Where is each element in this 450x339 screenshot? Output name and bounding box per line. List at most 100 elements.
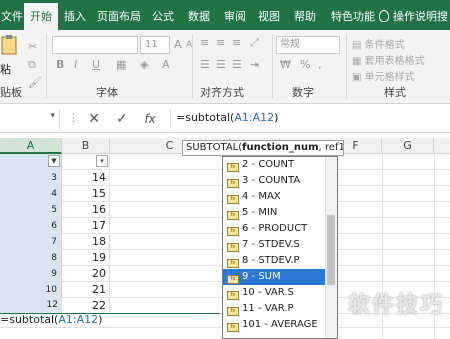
list-item[interactable]: fx 10 - VAR.S xyxy=(223,285,325,301)
list-item[interactable]: fx 3 - COUNTA xyxy=(223,173,325,189)
function-argument-list: fx 2 - COUNT fx 3 - COUNTA fx 4 - MAX fx 5 -… xyxy=(222,156,338,339)
tab-special-features[interactable]: 特色功能 xyxy=(324,0,382,30)
cell-a[interactable]: 5 xyxy=(0,202,62,218)
list-item-selected[interactable]: fx 9 - SUM xyxy=(223,269,325,285)
cell-b[interactable]: 18 xyxy=(62,234,110,250)
cell-style-icon: ▣ xyxy=(352,72,365,83)
function-icon: fx xyxy=(227,243,239,252)
cell-a[interactable]: 4 xyxy=(0,186,62,202)
ribbon-tab-bar: 文件 开始 插入 页面布局 公式 数据 审阅 视图 帮助 特色功能 操作说明搜 xyxy=(0,0,450,33)
check-icon[interactable]: ✓ xyxy=(110,109,134,129)
cell-a[interactable]: 10 xyxy=(0,282,62,298)
comma-button[interactable]: , xyxy=(318,58,322,71)
filter-dropdown-icon[interactable]: ▾ xyxy=(96,155,108,167)
alignment-group-label: 对齐方式 xyxy=(200,86,244,99)
cancel-icon[interactable]: ✕ xyxy=(82,109,106,129)
cell-a[interactable]: 9 xyxy=(0,266,62,282)
cell-a[interactable]: 6 xyxy=(0,218,62,234)
number-format-box[interactable]: 常规 xyxy=(276,36,340,54)
increase-font-icon[interactable]: A xyxy=(174,38,182,51)
ribbon-home: 粘 ✂ ⧉ 🖌 贴板 11 A A B I U ▦ ◈ A 字体 ≡ ≡ ≡ ⤢… xyxy=(0,30,450,104)
watermark: 软件技巧 xyxy=(347,293,444,318)
tell-me-search[interactable]: 操作说明搜 xyxy=(379,0,450,30)
cell-a[interactable]: 8 xyxy=(0,250,62,266)
in-cell-editor[interactable]: =subtotal(A1:A12) xyxy=(0,313,220,326)
indent-icon[interactable]: ⇥ xyxy=(250,58,259,71)
format-painter-icon[interactable]: 🖌 xyxy=(28,76,42,89)
cell-b[interactable]: 16 xyxy=(62,202,110,218)
font-name-box[interactable] xyxy=(52,36,138,54)
function-icon: fx xyxy=(227,307,239,316)
align-left-icon[interactable]: ☰ xyxy=(200,58,210,71)
function-syntax-tooltip[interactable]: SUBTOTAL(function_num, ref1, ...) xyxy=(182,140,344,156)
currency-icon[interactable]: ₩ xyxy=(280,58,291,71)
cell-a[interactable]: 3 xyxy=(0,170,62,186)
list-item[interactable]: fx 5 - MIN xyxy=(223,205,325,221)
filter-active-icon[interactable]: ▼ xyxy=(48,155,60,167)
tab-review[interactable]: 审阅 xyxy=(218,0,252,30)
cell-b[interactable]: 19 xyxy=(62,250,110,266)
tab-file[interactable]: 文件 xyxy=(0,0,24,30)
chevron-down-icon: ▾ xyxy=(50,111,55,121)
formula-input[interactable]: =subtotal(A1:A12) xyxy=(176,111,278,124)
name-box[interactable]: ▾ xyxy=(0,109,60,129)
align-right-icon[interactable]: ☰ xyxy=(232,58,242,71)
borders-icon[interactable]: ▦ xyxy=(116,58,126,71)
number-group-label: 数字 xyxy=(292,86,314,99)
tab-view[interactable]: 视图 xyxy=(252,0,286,30)
cell-b[interactable]: 20 xyxy=(62,266,110,282)
function-icon: fx xyxy=(227,179,239,188)
cell-b[interactable]: 17 xyxy=(62,218,110,234)
list-item[interactable]: fx 6 - PRODUCT xyxy=(223,221,325,237)
list-item[interactable]: fx 4 - MAX xyxy=(223,189,325,205)
italic-button[interactable]: I xyxy=(74,58,77,71)
column-header-b[interactable]: B xyxy=(62,138,110,154)
cell-a[interactable]: 7 xyxy=(0,234,62,250)
fill-color-icon[interactable]: ◈ xyxy=(140,58,148,71)
tab-insert[interactable]: 插入 xyxy=(58,0,92,30)
paste-button[interactable]: 粘 xyxy=(0,34,20,78)
column-header-g[interactable]: G xyxy=(382,138,434,154)
list-item[interactable]: fx 11 - VAR.P xyxy=(223,301,325,317)
bold-button[interactable]: B xyxy=(56,58,64,71)
formula-bar-grip-icon: ⋮ xyxy=(68,111,79,124)
underline-button[interactable]: U xyxy=(92,58,100,71)
font-color-icon[interactable]: A xyxy=(162,58,170,71)
orientation-icon[interactable]: ⤢ xyxy=(250,36,259,50)
tab-formulas[interactable]: 公式 xyxy=(146,0,180,30)
list-item[interactable]: fx 101 - AVERAGE xyxy=(223,317,325,333)
list-item[interactable]: fx 2 - COUNT xyxy=(223,157,325,173)
tab-data[interactable]: 数据 xyxy=(180,0,218,30)
formula-bar: ▾ ⋮ ✕ ✓ fx =subtotal(A1:A12) xyxy=(0,105,450,133)
cell-a[interactable]: 12 xyxy=(0,298,62,312)
list-item[interactable]: fx 8 - STDEV.P xyxy=(223,253,325,269)
insert-function-button[interactable]: fx xyxy=(138,109,162,129)
cell-a-header[interactable]: ▼ xyxy=(0,154,62,170)
cell-b-header[interactable]: ▾ xyxy=(62,154,110,170)
column-header-a[interactable]: A xyxy=(0,138,62,154)
tab-help[interactable]: 帮助 xyxy=(286,0,324,30)
tab-home[interactable]: 开始 xyxy=(24,3,58,33)
conditional-formatting-button[interactable]: ▤ 条件格式 xyxy=(352,36,405,51)
align-bottom-icon[interactable]: ≡ xyxy=(232,36,241,49)
align-top-icon[interactable]: ≡ xyxy=(200,36,209,49)
scrollbar-thumb[interactable] xyxy=(327,215,335,285)
cut-icon[interactable]: ✂ xyxy=(28,40,37,53)
align-center-icon[interactable]: ☰ xyxy=(216,58,226,71)
function-icon: fx xyxy=(227,211,239,220)
tab-page-layout[interactable]: 页面布局 xyxy=(92,0,146,30)
cell-b[interactable]: 14 xyxy=(62,170,110,186)
cell-styles-button[interactable]: ▣ 单元格样式 xyxy=(352,68,415,83)
copy-icon[interactable]: ⧉ xyxy=(28,58,36,72)
cell-b[interactable]: 21 xyxy=(62,282,110,298)
list-item[interactable]: fx 7 - STDEV.S xyxy=(223,237,325,253)
function-icon: fx xyxy=(227,163,239,172)
format-as-table-button[interactable]: ▦ 套用表格格式 xyxy=(352,52,425,67)
font-size-box[interactable]: 11 xyxy=(140,36,170,54)
clipboard-group-label: 贴板 xyxy=(0,86,22,99)
align-middle-icon[interactable]: ≡ xyxy=(216,36,225,49)
list-scrollbar[interactable] xyxy=(325,157,337,338)
function-icon: fx xyxy=(227,275,239,284)
cell-b[interactable]: 15 xyxy=(62,186,110,202)
percent-button[interactable]: % xyxy=(300,58,310,71)
